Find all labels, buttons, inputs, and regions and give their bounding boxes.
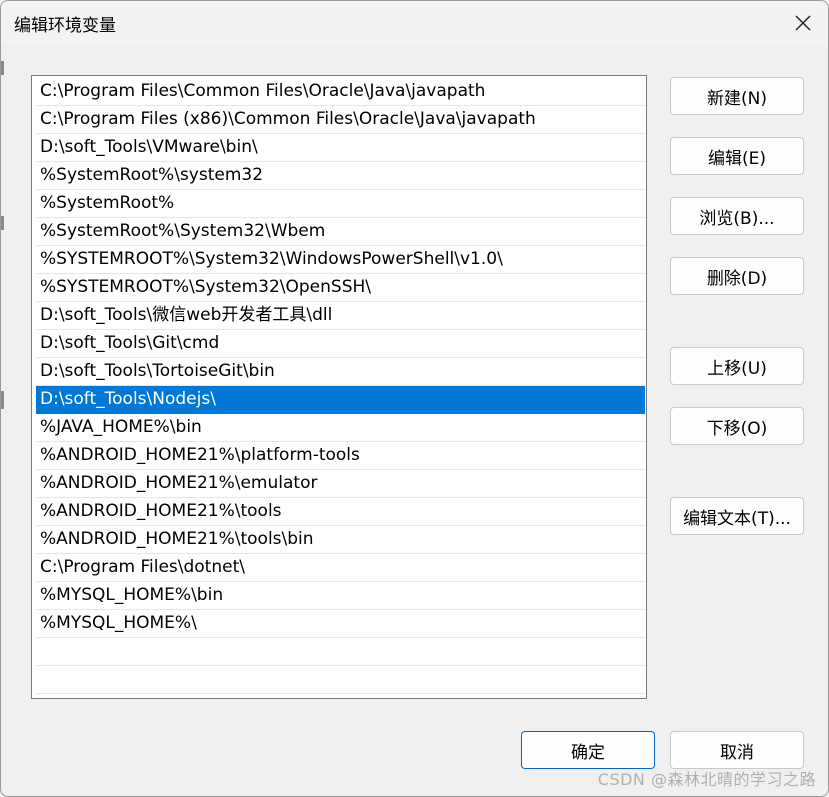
list-item[interactable]: %ANDROID_HOME21%\platform-tools [36, 442, 645, 470]
list-item-text: D:\soft_Tools\微信web开发者工具\dll [40, 305, 333, 325]
list-item[interactable]: D:\soft_Tools\Nodejs\ [36, 386, 645, 414]
new-button[interactable]: 新建(N) [670, 77, 804, 115]
list-item-text: %SystemRoot% [40, 193, 175, 213]
list-item-text: %ANDROID_HOME21%\platform-tools [40, 445, 360, 465]
browse-button[interactable]: 浏览(B)... [670, 197, 804, 235]
edge-mark [1, 61, 4, 75]
edit-text-button[interactable]: 编辑文本(T)... [670, 497, 804, 535]
edit-button[interactable]: 编辑(E) [670, 137, 804, 175]
list-item[interactable]: %SystemRoot% [36, 190, 645, 218]
list-item[interactable]: %JAVA_HOME%\bin [36, 414, 645, 442]
move-down-button[interactable]: 下移(O) [670, 407, 804, 445]
list-item-text: D:\soft_Tools\Nodejs\ [40, 389, 216, 409]
edge-mark [1, 216, 4, 230]
watermark: CSDN @森林北晴的学习之路 [597, 770, 816, 789]
delete-button[interactable]: 删除(D) [670, 257, 804, 295]
edge-mark [1, 391, 4, 409]
list-item-text: %SystemRoot%\System32\Wbem [40, 221, 326, 241]
list-item[interactable]: D:\soft_Tools\TortoiseGit\bin [36, 358, 645, 386]
list-item-text: C:\Program Files\dotnet\ [40, 557, 245, 577]
list-item-text: C:\Program Files\Common Files\Oracle\Jav… [40, 81, 486, 101]
list-item-text: D:\soft_Tools\VMware\bin\ [40, 137, 258, 157]
list-item[interactable]: D:\soft_Tools\微信web开发者工具\dll [36, 302, 645, 330]
list-item[interactable]: D:\soft_Tools\Git\cmd [36, 330, 645, 358]
list-item-text: %SystemRoot%\system32 [40, 165, 264, 185]
close-button[interactable] [778, 1, 828, 45]
list-item-text: D:\soft_Tools\Git\cmd [40, 333, 220, 353]
dialog-title: 编辑环境变量 [14, 16, 116, 36]
list-item[interactable]: %SystemRoot%\System32\Wbem [36, 218, 645, 246]
list-item[interactable]: %ANDROID_HOME21%\tools\bin [36, 526, 645, 554]
list-item[interactable]: D:\soft_Tools\VMware\bin\ [36, 134, 645, 162]
list-item-text: %ANDROID_HOME21%\tools [40, 501, 282, 521]
list-item-text: %SYSTEMROOT%\System32\OpenSSH\ [40, 277, 372, 297]
list-item[interactable]: C:\Program Files\dotnet\ [36, 554, 645, 582]
path-list[interactable]: C:\Program Files\Common Files\Oracle\Jav… [31, 75, 647, 699]
title-bar[interactable]: 编辑环境变量 [1, 1, 828, 45]
list-item[interactable]: C:\Program Files\Common Files\Oracle\Jav… [36, 78, 645, 106]
list-item-text: %MYSQL_HOME%\ [40, 613, 197, 633]
move-up-button[interactable]: 上移(U) [670, 347, 804, 385]
close-icon [795, 15, 811, 31]
list-item[interactable]: C:\Program Files (x86)\Common Files\Orac… [36, 106, 645, 134]
list-item-text: %JAVA_HOME%\bin [40, 417, 202, 437]
list-item-text: %SYSTEMROOT%\System32\WindowsPowerShell\… [40, 249, 503, 269]
list-item[interactable]: %SYSTEMROOT%\System32\OpenSSH\ [36, 274, 645, 302]
ok-button[interactable]: 确定 [521, 731, 655, 769]
list-item[interactable]: %SystemRoot%\system32 [36, 162, 645, 190]
empty-list-row[interactable] [36, 666, 645, 694]
list-item[interactable]: %MYSQL_HOME%\bin [36, 582, 645, 610]
cancel-button[interactable]: 取消 [670, 731, 804, 769]
edit-env-var-dialog: 编辑环境变量 C:\Program Files\Common Files\Ora… [0, 0, 829, 797]
list-item-text: %ANDROID_HOME21%\tools\bin [40, 529, 314, 549]
list-item-text: %ANDROID_HOME21%\emulator [40, 473, 318, 493]
list-item-text: %MYSQL_HOME%\bin [40, 585, 224, 605]
empty-list-row[interactable] [36, 638, 645, 666]
list-item-text: C:\Program Files (x86)\Common Files\Orac… [40, 109, 536, 129]
list-item[interactable]: %ANDROID_HOME21%\tools [36, 498, 645, 526]
list-item[interactable]: %SYSTEMROOT%\System32\WindowsPowerShell\… [36, 246, 645, 274]
list-item[interactable]: %MYSQL_HOME%\ [36, 610, 645, 638]
list-item[interactable]: %ANDROID_HOME21%\emulator [36, 470, 645, 498]
list-item-text: D:\soft_Tools\TortoiseGit\bin [40, 361, 275, 381]
